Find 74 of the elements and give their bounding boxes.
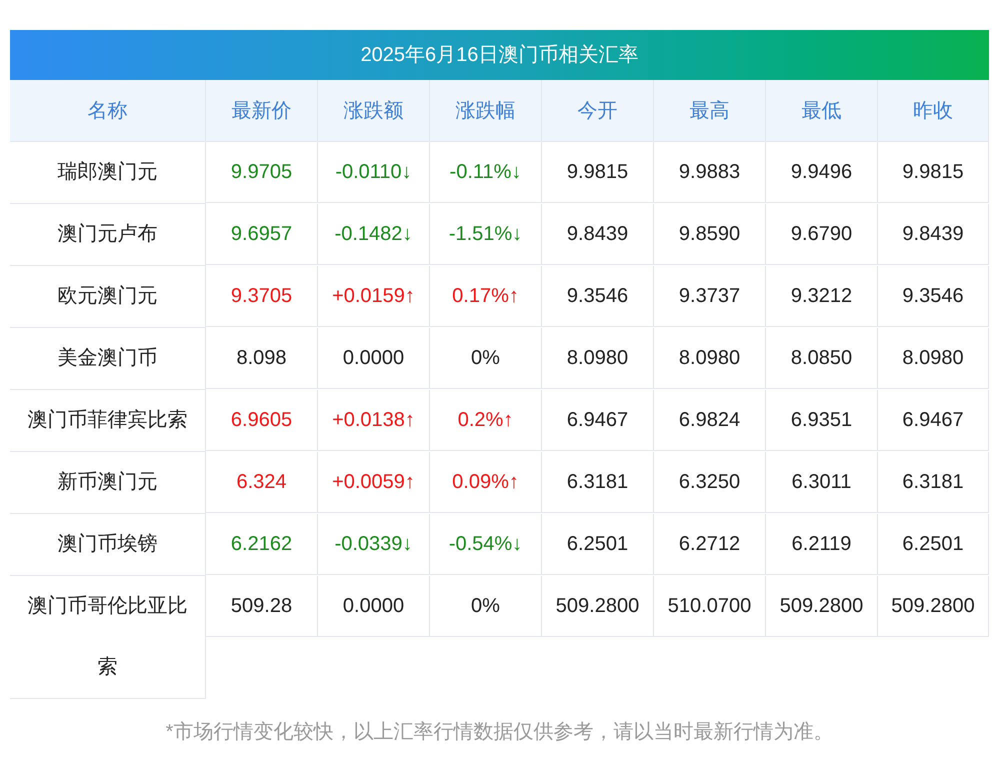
- table-cell: 6.2162: [206, 514, 318, 575]
- table-cell: 6.3011: [766, 452, 878, 513]
- table-cell: 0.0000: [318, 576, 430, 637]
- table-cell: 6.9467: [542, 390, 654, 451]
- table-cell: 8.0980: [654, 328, 766, 389]
- column-header: 涨跌额: [318, 80, 430, 142]
- table-cell: 9.9705: [206, 142, 318, 203]
- table-cell: 6.3181: [878, 452, 989, 513]
- footnote: *市场行情变化较快，以上汇率行情数据仅供参考，请以当时最新行情为准。: [164, 720, 834, 745]
- table-cell: 9.6957: [206, 204, 318, 265]
- column-header: 名称: [10, 80, 206, 142]
- table-cell: 9.3212: [766, 266, 878, 327]
- column-header: 最低: [766, 80, 878, 142]
- table-cell: 6.3250: [654, 452, 766, 513]
- table-cell: 0.0000: [318, 328, 430, 389]
- table-cell: 509.2800: [766, 576, 878, 637]
- table-cell: 6.9351: [766, 390, 878, 451]
- table-cell: 9.9496: [766, 142, 878, 203]
- table-cell: -0.0339↓: [318, 514, 430, 575]
- table-cell: 6.3181: [542, 452, 654, 513]
- currency-name: 澳门元卢布: [10, 204, 206, 266]
- table-cell: 9.3705: [206, 266, 318, 327]
- table-cell: -1.51%↓: [430, 204, 542, 265]
- table-cell: 0.09%↑: [430, 452, 542, 513]
- table-cell: 8.0850: [766, 328, 878, 389]
- column-header: 今开: [542, 80, 654, 142]
- table-cell: 6.2712: [654, 514, 766, 575]
- table-cell: 9.3546: [542, 266, 654, 327]
- table-cell: -0.54%↓: [430, 514, 542, 575]
- table-cell: 509.2800: [878, 576, 989, 637]
- table-cell: 6.324: [206, 452, 318, 513]
- table-cell: 6.9467: [878, 390, 989, 451]
- column-header: 涨跌幅: [430, 80, 542, 142]
- currency-name: 瑞郎澳门元: [10, 142, 206, 204]
- table-cell: 9.9815: [542, 142, 654, 203]
- table-cell: 9.9883: [654, 142, 766, 203]
- table-cell: 0.17%↑: [430, 266, 542, 327]
- table-cell: 9.8590: [654, 204, 766, 265]
- table-cell: 6.2501: [878, 514, 989, 575]
- table-cell: 0.2%↑: [430, 390, 542, 451]
- table-cell: 8.0980: [542, 328, 654, 389]
- table-cell: 6.9605: [206, 390, 318, 451]
- table-cell: 8.098: [206, 328, 318, 389]
- table-cell: 9.8439: [542, 204, 654, 265]
- table-cell: 510.0700: [654, 576, 766, 637]
- table-cell: -0.11%↓: [430, 142, 542, 203]
- table-cell: 9.9815: [878, 142, 989, 203]
- column-header: 最高: [654, 80, 766, 142]
- table-cell: +0.0138↑: [318, 390, 430, 451]
- table-cell: 509.28: [206, 576, 318, 637]
- table-cell: 9.8439: [878, 204, 989, 265]
- table-cell: -0.1482↓: [318, 204, 430, 265]
- currency-name: 新币澳门元: [10, 452, 206, 514]
- currency-name: 澳门币哥伦比亚比索: [10, 576, 206, 699]
- table-cell: 9.3546: [878, 266, 989, 327]
- table-cell: 6.2501: [542, 514, 654, 575]
- currency-name: 澳门币埃镑: [10, 514, 206, 576]
- currency-name: 澳门币菲律宾比索: [10, 390, 206, 452]
- column-header: 昨收: [878, 80, 989, 142]
- table-cell: 509.2800: [542, 576, 654, 637]
- currency-name: 欧元澳门元: [10, 266, 206, 328]
- column-header: 最新价: [206, 80, 318, 142]
- table-cell: 0%: [430, 576, 542, 637]
- table-cell: 0%: [430, 328, 542, 389]
- table-cell: 8.0980: [878, 328, 989, 389]
- table-title: 2025年6月16日澳门币相关汇率: [10, 30, 989, 80]
- table-cell: 9.6790: [766, 204, 878, 265]
- table-cell: +0.0159↑: [318, 266, 430, 327]
- table-cell: 6.2119: [766, 514, 878, 575]
- table-cell: 6.9824: [654, 390, 766, 451]
- table-cell: -0.0110↓: [318, 142, 430, 203]
- table-cell: +0.0059↑: [318, 452, 430, 513]
- currency-name: 美金澳门币: [10, 328, 206, 390]
- table-cell: 9.3737: [654, 266, 766, 327]
